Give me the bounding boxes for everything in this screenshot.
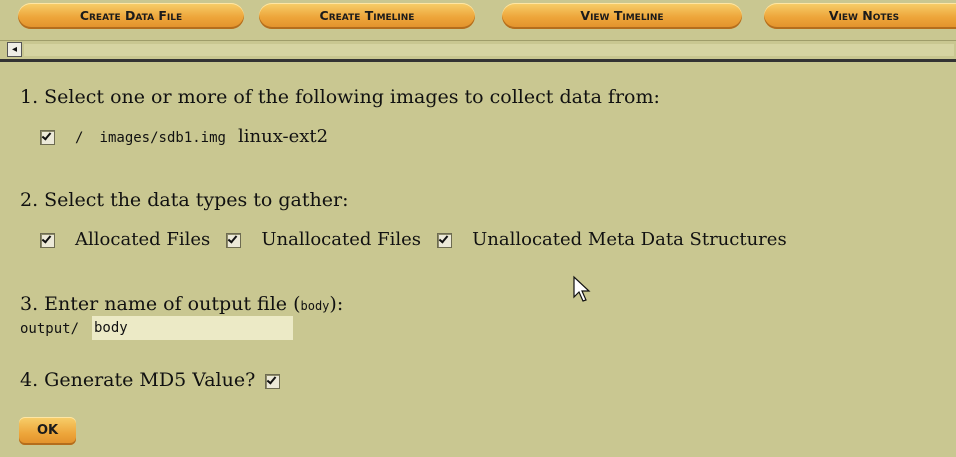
divider [0,59,956,62]
horizontal-scrollbar[interactable]: ◂ [0,40,956,60]
step3-paren-open: ( [293,293,301,315]
step4-row: 4. Generate MD5 Value? [20,368,286,392]
image-row: / images/sdb1.img linux-ext2 [40,124,328,150]
image-path: images/sdb1.img [99,130,226,146]
output-file-input[interactable]: body [92,316,293,340]
tab-create-data-file[interactable]: Create Data File [18,3,244,29]
data-types-row: Allocated Files Unallocated Files Unallo… [40,227,787,252]
step2-prompt: 2. Select the data types to gather: [20,189,349,211]
output-prefix: output/ [20,321,80,337]
allocated-files-checkbox[interactable] [40,232,55,248]
step3-prompt: 3. Enter name of output file (body): [20,292,343,318]
step4-prompt: 4. Generate MD5 Value? [20,369,256,391]
tab-view-notes[interactable]: View Notes [764,3,956,29]
unallocated-files-checkbox[interactable] [226,232,242,248]
unallocated-meta-label: Unallocated Meta Data Structures [472,229,787,250]
image-checkbox[interactable] [40,129,55,145]
unallocated-meta-checkbox[interactable] [437,232,453,248]
image-fstype: linux-ext2 [238,126,329,147]
allocated-files-label: Allocated Files [75,229,211,250]
unallocated-files-label: Unallocated Files [261,229,422,250]
step3-prompt-text: 3. Enter name of output file [20,293,288,315]
step3-paren-close: ): [329,293,344,315]
tab-bar: Create Data File Create Timeline View Ti… [0,0,956,30]
tab-create-timeline[interactable]: Create Timeline [259,3,475,29]
mouse-cursor-icon [573,275,591,302]
image-mount: / [75,130,84,146]
tab-view-timeline[interactable]: View Timeline [502,3,742,29]
ok-button[interactable]: OK [19,417,76,445]
step3-body-word: body [300,299,330,313]
scroll-track[interactable] [24,44,954,56]
md5-checkbox[interactable] [265,373,281,389]
scroll-left-arrow-icon[interactable]: ◂ [7,42,22,57]
step1-prompt: 1. Select one or more of the following i… [20,86,660,108]
